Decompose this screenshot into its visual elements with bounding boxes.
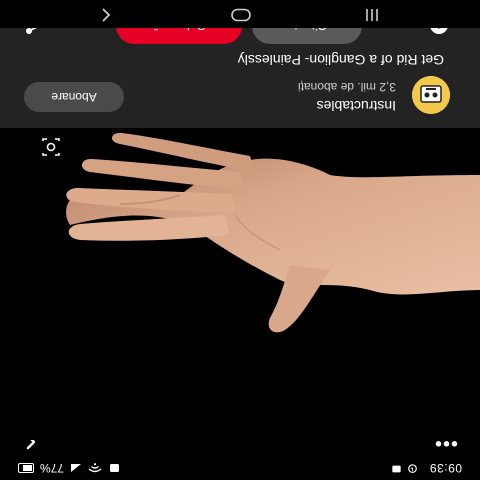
- pin-title: Get Rid of a Ganglion- Painlessly: [237, 52, 444, 68]
- subscribe-button[interactable]: Abonare: [24, 82, 124, 112]
- visual-search-button[interactable]: [26, 130, 76, 164]
- instructables-robot-icon: [412, 76, 450, 114]
- screen: 09:39 77% ••• Instructables 3,2 mil. de …: [0, 0, 480, 480]
- pin-image: [0, 120, 480, 440]
- battery-percent: 77%: [40, 461, 65, 475]
- visual-search-icon: [42, 138, 60, 156]
- recents-icon[interactable]: [364, 8, 380, 22]
- subscriber-count: 3,2 mil. de abonați: [297, 80, 396, 94]
- clock: 09:39: [429, 461, 462, 475]
- signal-icon: [71, 464, 82, 472]
- battery-icon: [18, 463, 34, 473]
- system-nav-bar: [0, 0, 480, 28]
- back-icon[interactable]: [100, 8, 112, 22]
- status-right: 77%: [18, 461, 120, 475]
- notification-dot-icon: [110, 464, 120, 472]
- notification-icon: [392, 465, 401, 473]
- channel-name[interactable]: Instructables: [317, 98, 396, 114]
- alarm-icon: [408, 464, 417, 473]
- status-bar: 09:39 77%: [0, 456, 480, 480]
- home-icon[interactable]: [230, 8, 252, 22]
- channel-avatar[interactable]: [412, 76, 450, 114]
- wifi-icon: [88, 463, 102, 473]
